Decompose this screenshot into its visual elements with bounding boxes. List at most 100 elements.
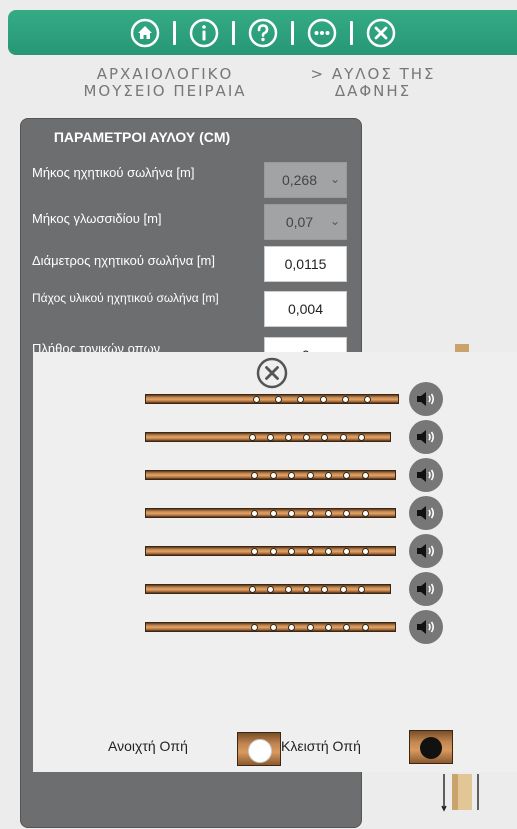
tone-hole[interactable] [362, 624, 369, 631]
tone-hole[interactable] [321, 586, 328, 593]
tone-hole[interactable] [285, 586, 292, 593]
reed-length-label: Μήκος γλωσσιδίου [m] [32, 211, 162, 226]
open-hole-label: Ανοιχτή Οπή [108, 738, 188, 754]
tone-hole[interactable] [362, 548, 369, 555]
speaker-icon [417, 506, 435, 520]
tone-hole[interactable] [325, 624, 332, 631]
modal-close-button[interactable] [255, 356, 289, 390]
tube-diameter-label: Διάμετρος ηχητικού σωλήνα [m] [32, 253, 215, 268]
breadcrumb-museum[interactable]: ΑΡΧΑΙΟΛΟΓΙΚΟ ΜΟΥΣΕΙΟ ΠΕΙΡΑΙΑ [70, 66, 260, 100]
reed-length-value: 0,07 [285, 214, 314, 230]
tone-hole[interactable] [307, 548, 314, 555]
help-button[interactable] [246, 16, 280, 50]
tone-hole[interactable] [275, 396, 282, 403]
reed-length-select[interactable]: 0,07 ⌄ [264, 204, 347, 240]
tone-hole[interactable] [288, 624, 295, 631]
tone-hole[interactable] [362, 472, 369, 479]
wall-thickness-input[interactable]: 0,004 [264, 291, 347, 327]
tone-hole[interactable] [340, 586, 347, 593]
tone-hole[interactable] [270, 624, 277, 631]
flute-thumbnail [455, 344, 469, 352]
tone-hole[interactable] [251, 472, 258, 479]
more-button[interactable] [305, 16, 339, 50]
open-hole-icon [248, 739, 272, 763]
tone-hole[interactable] [270, 472, 277, 479]
tone-hole[interactable] [288, 472, 295, 479]
closed-hole-legend [409, 730, 453, 764]
tone-hole[interactable] [253, 396, 260, 403]
tone-hole[interactable] [307, 624, 314, 631]
tone-hole[interactable] [342, 396, 349, 403]
tone-hole[interactable] [251, 510, 258, 517]
tone-hole[interactable] [267, 434, 274, 441]
breadcrumb-flute[interactable]: > ΑΥΛΟΣ ΤΗΣ ΔΑΦΝΗΣ [298, 66, 448, 100]
tone-hole[interactable] [340, 434, 347, 441]
flute-tube [145, 432, 391, 442]
tone-hole[interactable] [307, 472, 314, 479]
tone-hole[interactable] [297, 396, 304, 403]
closed-hole-icon [420, 737, 442, 759]
tone-hole[interactable] [343, 472, 350, 479]
flute-orientation-icon[interactable] [440, 772, 482, 812]
tone-hole[interactable] [267, 586, 274, 593]
play-sound-button[interactable] [409, 610, 443, 644]
play-sound-button[interactable] [409, 534, 443, 568]
tone-hole[interactable] [358, 434, 365, 441]
tube-diameter-input[interactable]: 0,0115 [264, 246, 347, 282]
tone-hole[interactable] [249, 434, 256, 441]
tone-hole[interactable] [251, 624, 258, 631]
tone-hole[interactable] [325, 510, 332, 517]
play-sound-button[interactable] [409, 458, 443, 492]
tone-hole[interactable] [307, 510, 314, 517]
tone-hole[interactable] [285, 434, 292, 441]
tone-hole[interactable] [325, 548, 332, 555]
tone-hole[interactable] [364, 396, 371, 403]
tone-hole[interactable] [303, 586, 310, 593]
flutes-modal: Ανοιχτή Οπή Κλειστή Οπή [33, 352, 517, 772]
tone-hole[interactable] [343, 548, 350, 555]
tone-hole[interactable] [343, 624, 350, 631]
tube-length-value: 0,268 [281, 172, 318, 188]
tone-hole[interactable] [343, 510, 350, 517]
speaker-icon [417, 544, 435, 558]
tone-hole[interactable] [288, 510, 295, 517]
breadcrumb-flute-line1: > ΑΥΛΟΣ ΤΗΣ [310, 65, 436, 83]
tone-hole[interactable] [358, 586, 365, 593]
tone-hole[interactable] [303, 434, 310, 441]
speaker-icon [417, 392, 435, 406]
flute-tube [145, 470, 396, 480]
tone-hole[interactable] [320, 396, 327, 403]
tone-hole[interactable] [325, 472, 332, 479]
tube-length-select[interactable]: 0,268 ⌄ [264, 162, 347, 198]
flute-tube [145, 508, 396, 518]
exit-button[interactable] [364, 16, 398, 50]
breadcrumb-flute-line2: ΔΑΦΝΗΣ [334, 82, 412, 100]
closed-hole-label: Κλειστή Οπή [281, 738, 361, 754]
play-sound-button[interactable] [409, 496, 443, 530]
tone-hole[interactable] [251, 548, 258, 555]
toolbar-separator [290, 20, 294, 45]
flute-tube [145, 584, 391, 594]
play-sound-button[interactable] [409, 572, 443, 606]
top-toolbar [8, 10, 517, 55]
tone-hole[interactable] [249, 586, 256, 593]
speaker-icon [417, 620, 435, 634]
play-sound-button[interactable] [409, 420, 443, 454]
toolbar-separator [172, 20, 176, 45]
play-sound-button[interactable] [409, 382, 443, 416]
info-button[interactable] [187, 16, 221, 50]
flute-tube [145, 622, 396, 632]
help-icon [248, 18, 277, 47]
flute-tube [145, 546, 396, 556]
tone-hole[interactable] [270, 510, 277, 517]
tone-hole[interactable] [270, 548, 277, 555]
tone-hole[interactable] [321, 434, 328, 441]
info-icon [189, 18, 218, 47]
tone-hole[interactable] [362, 510, 369, 517]
breadcrumb-museum-line1: ΑΡΧΑΙΟΛΟΓΙΚΟ [96, 65, 234, 83]
home-button[interactable] [128, 16, 162, 50]
speaker-icon [417, 582, 435, 596]
close-icon [366, 18, 395, 47]
tone-hole[interactable] [288, 548, 295, 555]
more-icon [307, 18, 336, 47]
